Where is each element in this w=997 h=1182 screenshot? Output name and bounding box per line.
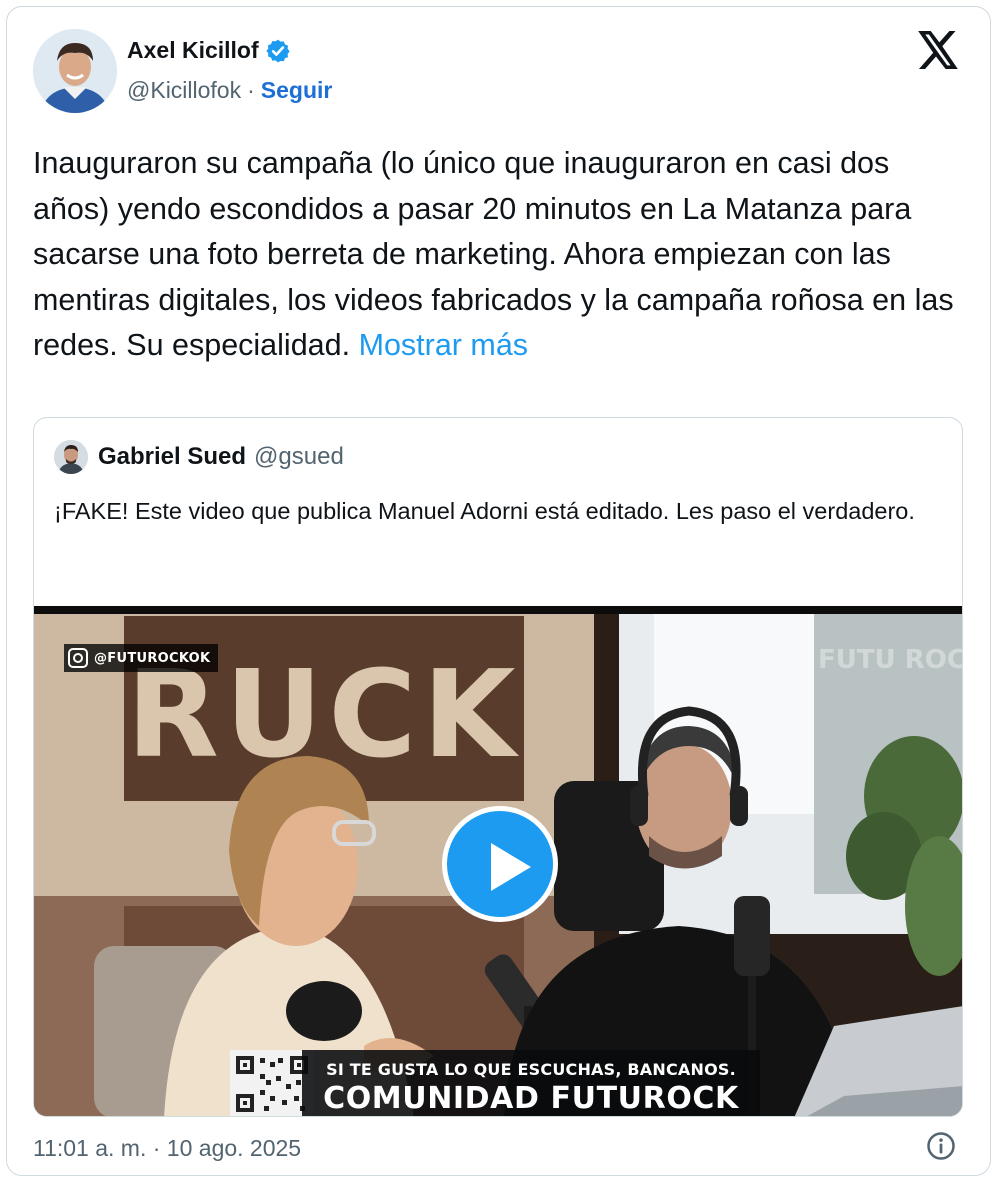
- instagram-badge: @FUTUROCKOK: [64, 644, 219, 672]
- quoted-author-avatar[interactable]: [54, 440, 88, 474]
- banner-line-1: SI TE GUSTA LO QUE ESCUCHAS, BANCANOS.: [326, 1060, 736, 1079]
- play-icon[interactable]: [442, 806, 558, 922]
- futurock-watermark: FUTU ROCK: [818, 645, 963, 675]
- quoted-tweet-header: Gabriel Sued @gsued: [54, 440, 344, 474]
- show-more-link[interactable]: Mostrar más: [359, 328, 528, 362]
- quoted-tweet[interactable]: Gabriel Sued @gsued ¡FAKE! Este video qu…: [33, 417, 963, 1117]
- tweet-timestamp[interactable]: 11:01 a. m. · 10 ago. 2025: [33, 1135, 301, 1162]
- verified-badge-icon: [265, 38, 291, 64]
- follow-button[interactable]: Seguir: [261, 77, 333, 104]
- tweet-body: Inauguraron su campaña (lo único que ina…: [33, 141, 963, 369]
- info-icon[interactable]: [926, 1131, 956, 1161]
- separator-dot: ·: [247, 77, 255, 103]
- author-name-row: Axel Kicillof: [127, 37, 291, 64]
- quoted-author-handle[interactable]: @gsued: [254, 443, 344, 471]
- tweet-embed-card: Axel Kicillof @Kicillofok · Seguir Inaug…: [6, 6, 991, 1176]
- instagram-handle: @FUTUROCKOK: [94, 650, 211, 666]
- banner-line-2: COMUNIDAD FUTUROCK: [323, 1081, 739, 1116]
- instagram-icon: [68, 648, 88, 668]
- author-handle-row: @Kicillofok · Seguir: [127, 77, 332, 104]
- author-name[interactable]: Axel Kicillof: [127, 37, 259, 64]
- x-logo-icon[interactable]: [918, 31, 958, 69]
- video-player[interactable]: RUCK FUTU ROCK: [34, 606, 963, 1116]
- author-handle[interactable]: @Kicillofok: [127, 77, 241, 104]
- video-caption-banner: SI TE GUSTA LO QUE ESCUCHAS, BANCANOS. C…: [302, 1050, 760, 1116]
- quoted-tweet-text: ¡FAKE! Este video que publica Manuel Ado…: [54, 498, 915, 524]
- author-avatar[interactable]: [33, 29, 117, 113]
- quoted-author-name[interactable]: Gabriel Sued: [98, 443, 246, 471]
